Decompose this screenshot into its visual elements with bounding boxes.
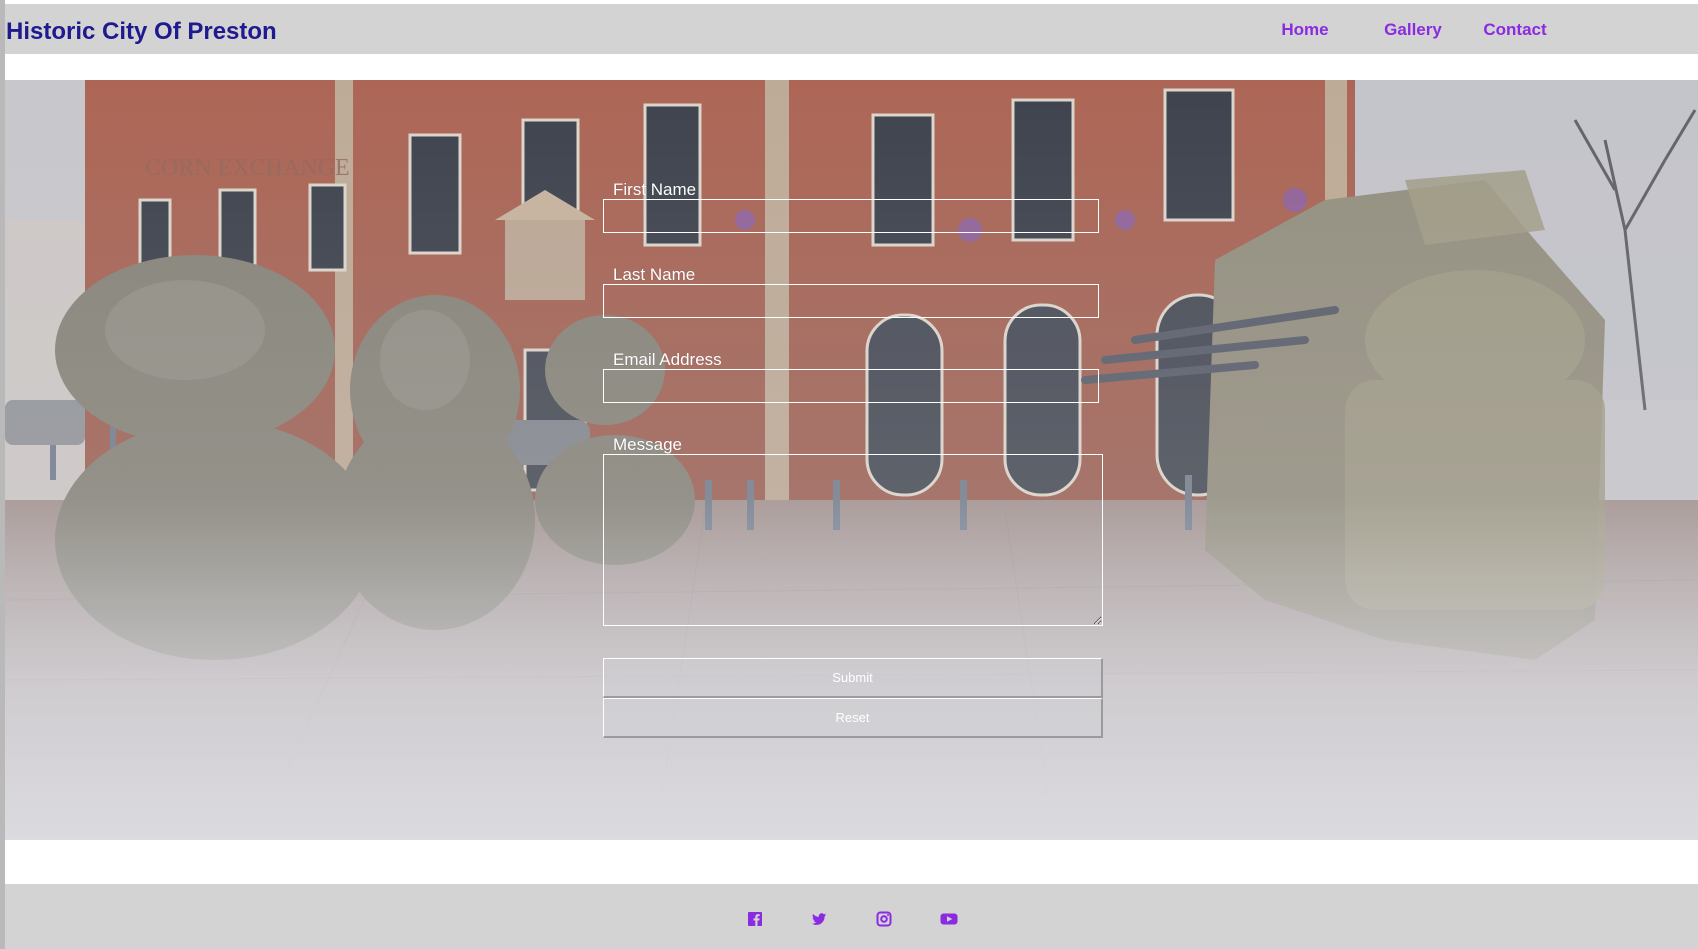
instagram-icon[interactable] xyxy=(876,911,892,927)
reset-button[interactable]: Reset xyxy=(603,698,1103,738)
submit-button[interactable]: Submit xyxy=(603,658,1103,698)
last-name-label: Last Name xyxy=(613,265,696,284)
email-label: Email Address xyxy=(613,350,722,369)
message-textarea[interactable] xyxy=(603,454,1103,626)
site-footer xyxy=(5,884,1698,949)
first-name-label: First Name xyxy=(613,180,697,199)
facebook-icon[interactable] xyxy=(747,911,763,927)
nav-gallery-link[interactable]: Gallery xyxy=(1368,20,1458,40)
nav-home-link[interactable]: Home xyxy=(1260,20,1350,40)
twitter-icon[interactable] xyxy=(811,911,827,927)
message-label: Message xyxy=(613,435,682,454)
last-name-input[interactable] xyxy=(603,284,1099,318)
youtube-icon[interactable] xyxy=(940,911,958,927)
first-name-input[interactable] xyxy=(603,199,1099,233)
nav-contact-link[interactable]: Contact xyxy=(1470,20,1560,40)
email-input[interactable] xyxy=(603,369,1099,403)
site-header: Historic City Of Preston Home Gallery Co… xyxy=(5,4,1698,54)
site-title: Historic City Of Preston xyxy=(6,18,277,45)
